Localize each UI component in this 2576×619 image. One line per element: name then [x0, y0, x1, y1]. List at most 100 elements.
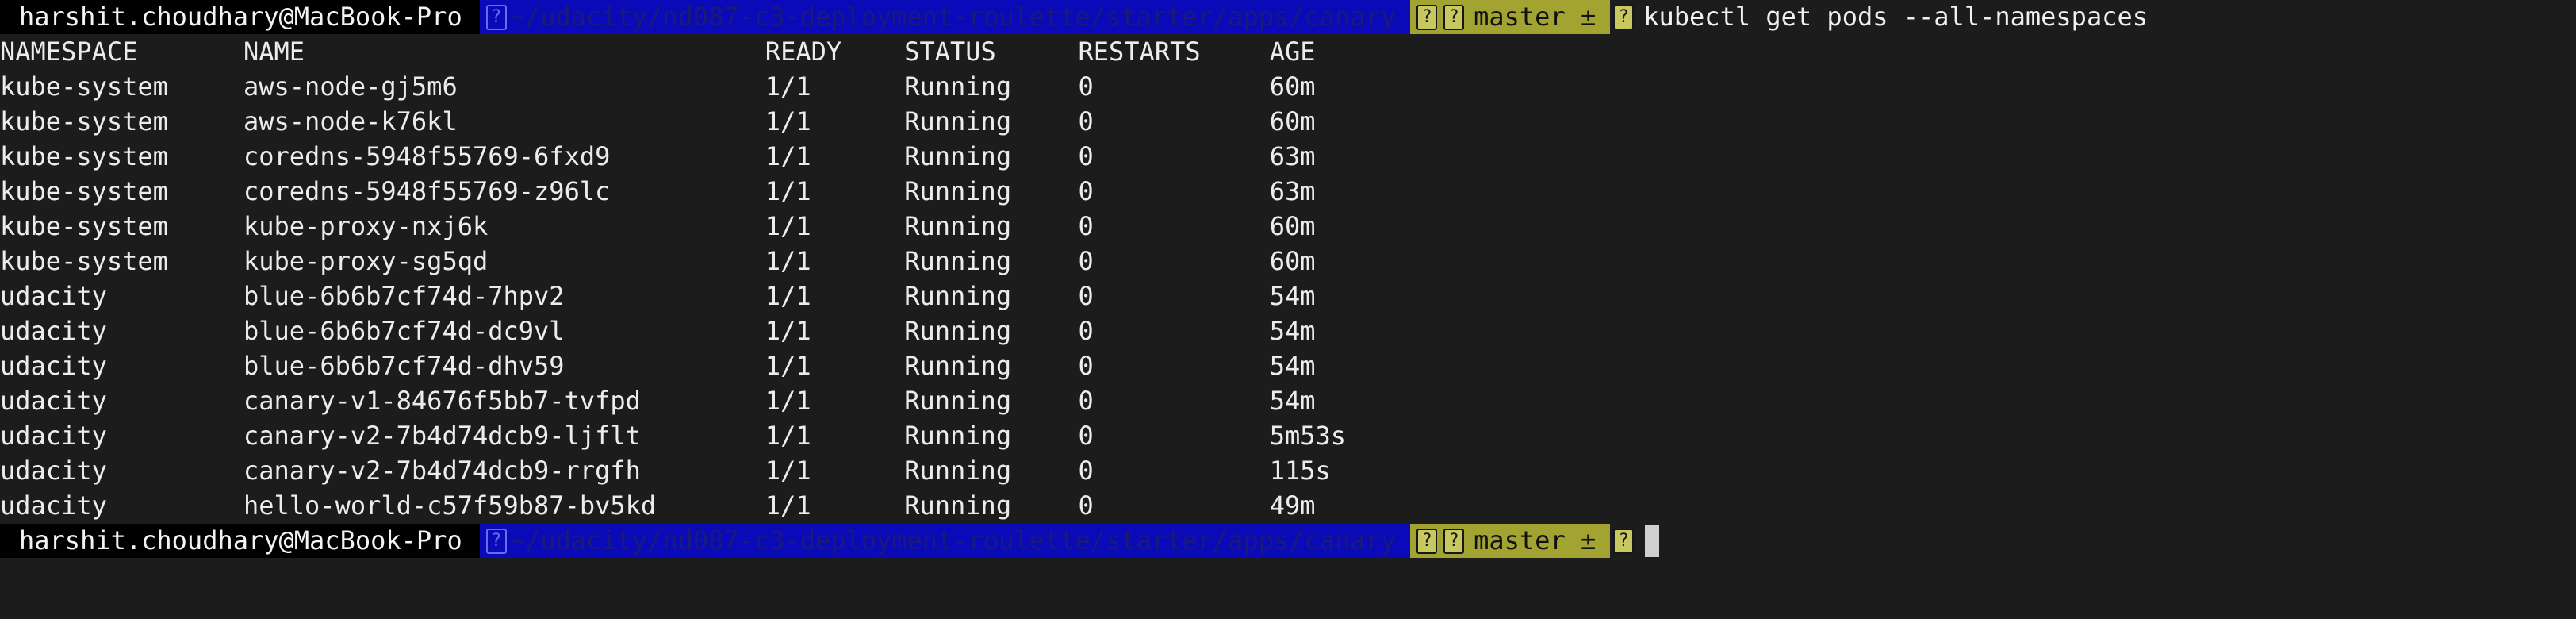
cell-age: 115s — [1269, 456, 1331, 486]
prompt-end-segment: ? — [1610, 0, 1637, 34]
prompt-user-host: harshit.choudhary@MacBook-Pro — [0, 524, 480, 558]
cell-name: blue-6b6b7cf74d-7hpv2 — [243, 281, 565, 311]
cell-ready: 1/1 — [765, 176, 811, 206]
cell-ready: 1/1 — [765, 386, 811, 416]
header-age: AGE — [1269, 37, 1316, 67]
cell-restarts: 0 — [1078, 386, 1094, 416]
prompt-branch: master ± — [1474, 2, 1597, 32]
cell-age: 60m — [1269, 211, 1316, 241]
git-icon: ? — [1416, 528, 1438, 554]
cell-name: canary-v2-7b4d74dcb9-rrgfh — [243, 456, 641, 486]
cell-status: Running — [904, 106, 1012, 136]
cell-status: Running — [904, 456, 1012, 486]
table-row: udacity canary-v2-7b4d74dcb9-ljflt 1/1 Runn… — [0, 418, 1428, 453]
cell-namespace: kube-system — [0, 141, 168, 171]
prompt-path-segment: ? ~/udacity/nd087-c3-deployment-roulette… — [479, 524, 1411, 558]
cell-age: 5m53s — [1269, 421, 1347, 451]
cell-name: kube-proxy-nxj6k — [243, 211, 489, 241]
table-row: kube-system aws-node-gj5m6 1/1 Running 0 60m — [0, 69, 1428, 104]
cell-restarts: 0 — [1078, 211, 1094, 241]
prompt-user-host: harshit.choudhary@MacBook-Pro — [0, 0, 480, 34]
cell-status: Running — [904, 141, 1012, 171]
prompt-end-segment: ? — [1610, 524, 1637, 558]
cell-ready: 1/1 — [765, 246, 811, 276]
header-name: NAME — [243, 37, 305, 67]
table-row: kube-system aws-node-k76kl 1/1 Running 0 60m — [0, 104, 1428, 139]
cell-status: Running — [904, 71, 1012, 102]
prompt-path: ~/udacity/nd087-c3-deployment-roulette/s… — [509, 525, 1397, 556]
cell-ready: 1/1 — [765, 71, 811, 102]
prompt-path-segment: ? ~/udacity/nd087-c3-deployment-roulette… — [479, 0, 1411, 34]
cell-status: Running — [904, 246, 1012, 276]
table-row: udacity blue-6b6b7cf74d-7hpv2 1/1 Running 0 5… — [0, 279, 1428, 313]
cell-restarts: 0 — [1078, 456, 1094, 486]
cell-status: Running — [904, 351, 1012, 381]
cell-status: Running — [904, 176, 1012, 206]
cell-namespace: udacity — [0, 316, 107, 346]
cell-age: 54m — [1269, 316, 1316, 346]
cell-age: 54m — [1269, 386, 1316, 416]
cell-name: blue-6b6b7cf74d-dc9vl — [243, 316, 565, 346]
cell-name: coredns-5948f55769-z96lc — [243, 176, 611, 206]
cell-restarts: 0 — [1078, 176, 1094, 206]
cell-ready: 1/1 — [765, 316, 811, 346]
cell-namespace: udacity — [0, 421, 107, 451]
cell-name: hello-world-c57f59b87-bv5kd — [243, 490, 657, 521]
table-row: kube-system coredns-5948f55769-z96lc 1/1 Ru… — [0, 174, 1428, 209]
table-rows: kube-system aws-node-gj5m6 1/1 Running 0 60m k… — [0, 69, 1428, 523]
prompt-branch: master ± — [1474, 525, 1597, 556]
cell-ready: 1/1 — [765, 106, 811, 136]
cell-ready: 1/1 — [765, 281, 811, 311]
terminal-window[interactable]: harshit.choudhary@MacBook-Pro ? ~/udacit… — [0, 0, 2576, 619]
cell-namespace: kube-system — [0, 106, 168, 136]
folder-icon: ? — [485, 528, 507, 554]
cell-age: 60m — [1269, 71, 1316, 102]
cell-name: canary-v2-7b4d74dcb9-ljflt — [243, 421, 641, 451]
cell-namespace: udacity — [0, 281, 107, 311]
git-icon: ? — [1416, 4, 1438, 30]
cell-age: 63m — [1269, 141, 1316, 171]
pods-table: NAMESPACE NAME READY STATUS RESTARTS AGE… — [0, 34, 1428, 523]
table-row: udacity blue-6b6b7cf74d-dhv59 1/1 Running 0 5… — [0, 348, 1428, 383]
cell-age: 49m — [1269, 490, 1316, 521]
cell-status: Running — [904, 421, 1012, 451]
cell-age: 63m — [1269, 176, 1316, 206]
cell-status: Running — [904, 386, 1012, 416]
cell-namespace: udacity — [0, 351, 107, 381]
cell-name: canary-v1-84676f5bb7-tvfpd — [243, 386, 641, 416]
table-row: kube-system kube-proxy-sg5qd 1/1 Running 0 60… — [0, 244, 1428, 279]
header-ready: READY — [765, 37, 842, 67]
table-row: kube-system coredns-5948f55769-6fxd9 1/1 Ru… — [0, 139, 1428, 174]
cell-status: Running — [904, 316, 1012, 346]
cell-restarts: 0 — [1078, 71, 1094, 102]
cell-status: Running — [904, 490, 1012, 521]
header-namespace: NAMESPACE — [0, 37, 138, 67]
cell-restarts: 0 — [1078, 421, 1094, 451]
header-restarts: RESTARTS — [1078, 37, 1201, 67]
cell-restarts: 0 — [1078, 316, 1094, 346]
prompt-arrow-icon: ? — [1613, 528, 1635, 554]
table-row: udacity canary-v2-7b4d74dcb9-rrgfh 1/1 Runn… — [0, 453, 1428, 488]
prompt-line-command: harshit.choudhary@MacBook-Pro ? ~/udacit… — [0, 0, 2148, 34]
cell-ready: 1/1 — [765, 456, 811, 486]
text-cursor[interactable] — [1645, 525, 1660, 557]
cell-ready: 1/1 — [765, 490, 811, 521]
cell-namespace: kube-system — [0, 211, 168, 241]
table-row: kube-system kube-proxy-nxj6k 1/1 Running 0 60… — [0, 209, 1428, 244]
cell-ready: 1/1 — [765, 141, 811, 171]
cell-namespace: udacity — [0, 456, 107, 486]
table-row: udacity hello-world-c57f59b87-bv5kd 1/1 Run… — [0, 488, 1428, 523]
cell-restarts: 0 — [1078, 351, 1094, 381]
cell-age: 54m — [1269, 351, 1316, 381]
cell-restarts: 0 — [1078, 246, 1094, 276]
table-row: udacity canary-v1-84676f5bb7-tvfpd 1/1 Runn… — [0, 383, 1428, 418]
command-text: kubectl get pods --all-namespaces — [1643, 2, 2148, 32]
prompt-line-current[interactable]: harshit.choudhary@MacBook-Pro ? ~/udacit… — [0, 524, 1660, 558]
prompt-git-segment: ? ? master ± — [1410, 0, 1611, 34]
cell-age: 60m — [1269, 106, 1316, 136]
cell-status: Running — [904, 281, 1012, 311]
cell-namespace: kube-system — [0, 71, 168, 102]
cell-restarts: 0 — [1078, 281, 1094, 311]
cell-namespace: udacity — [0, 386, 107, 416]
prompt-path: ~/udacity/nd087-c3-deployment-roulette/s… — [509, 2, 1397, 32]
